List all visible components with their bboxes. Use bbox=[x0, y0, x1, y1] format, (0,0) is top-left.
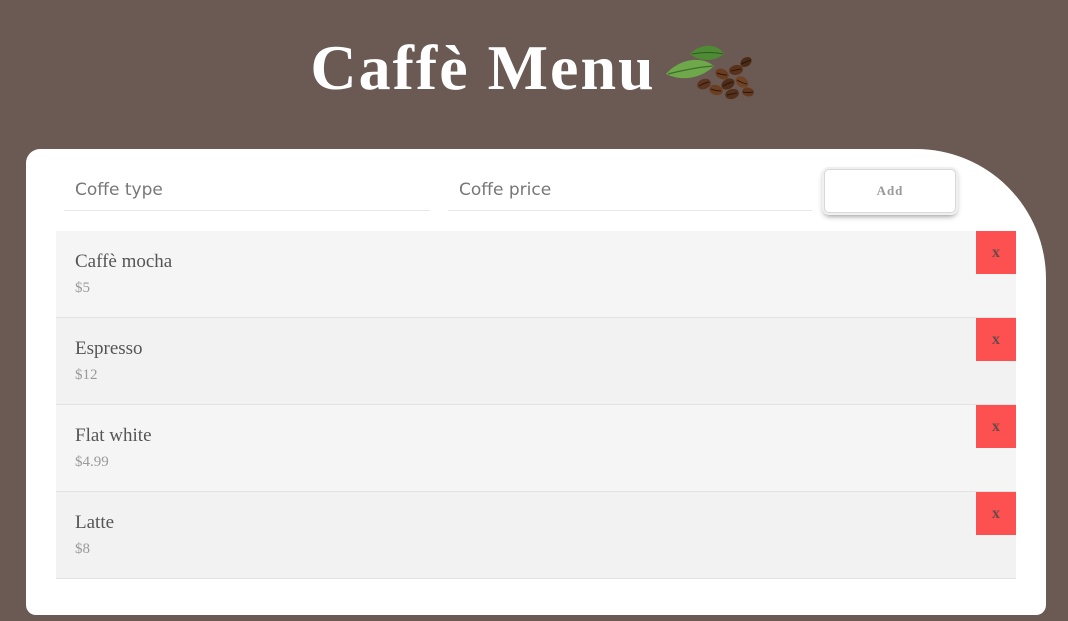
header-inner: Caffè Menu bbox=[310, 28, 757, 108]
item-name: Latte bbox=[75, 512, 115, 533]
page-title: Caffè Menu bbox=[310, 32, 656, 103]
add-button[interactable]: Add bbox=[824, 169, 956, 213]
coffee-beans-icon bbox=[665, 45, 754, 100]
list-item: Espresso $12 x bbox=[56, 318, 1016, 405]
list-item: Caffè mocha $5 x bbox=[56, 231, 1016, 318]
remove-item-button[interactable]: x bbox=[976, 231, 1016, 274]
remove-item-button[interactable]: x bbox=[976, 492, 1016, 535]
item-name: Caffè mocha bbox=[75, 251, 173, 272]
remove-item-button[interactable]: x bbox=[976, 318, 1016, 361]
item-name: Espresso bbox=[75, 338, 143, 359]
page-header: Caffè Menu bbox=[0, 28, 1068, 118]
item-price: $8 bbox=[75, 541, 90, 557]
coffee-type-field bbox=[64, 169, 430, 211]
item-price: $12 bbox=[75, 367, 98, 383]
coffee-type-input[interactable] bbox=[75, 180, 430, 200]
add-coffee-form: Add bbox=[64, 169, 964, 221]
coffee-price-input[interactable] bbox=[459, 180, 812, 200]
list-item: Latte $8 x bbox=[56, 492, 1016, 579]
coffee-price-field bbox=[448, 169, 812, 211]
item-price: $5 bbox=[75, 280, 90, 296]
menu-card: Add Caffè mocha $5 x Espresso $12 x Flat… bbox=[26, 149, 1046, 615]
menu-list: Caffè mocha $5 x Espresso $12 x Flat whi… bbox=[56, 231, 1016, 579]
item-price: $4.99 bbox=[75, 454, 109, 470]
remove-item-button[interactable]: x bbox=[976, 405, 1016, 448]
item-name: Flat white bbox=[75, 425, 152, 446]
list-item: Flat white $4.99 x bbox=[56, 405, 1016, 492]
